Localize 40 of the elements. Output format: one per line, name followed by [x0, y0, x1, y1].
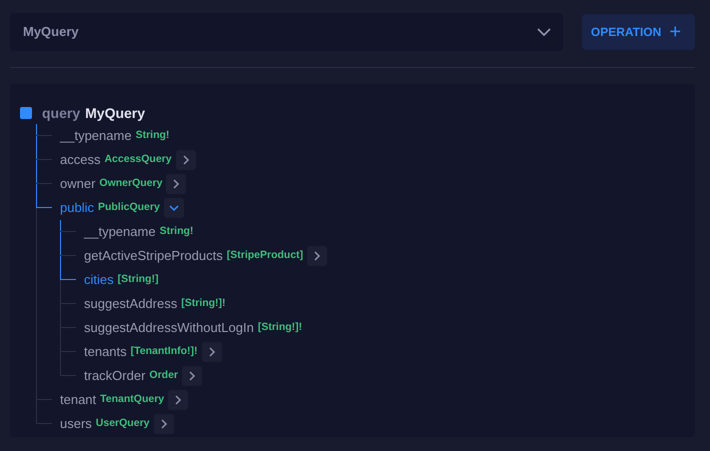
field-type: String! [160, 224, 194, 240]
field-type: Order [149, 368, 178, 384]
field-name[interactable]: cities [84, 270, 114, 290]
field-name[interactable]: trackOrder [84, 366, 146, 386]
query-name: MyQuery [85, 104, 146, 123]
field-name[interactable]: getActiveStripeProducts [84, 246, 223, 266]
field-type: AccessQuery [104, 152, 172, 168]
field-name[interactable]: access [60, 150, 100, 170]
field-name[interactable]: suggestAddress [84, 294, 178, 314]
field-name[interactable]: public [60, 198, 94, 218]
chevron-right-icon[interactable] [176, 150, 196, 170]
field-type: UserQuery [96, 416, 150, 432]
field-type: PublicQuery [98, 200, 160, 216]
field-name[interactable]: users [60, 414, 92, 434]
chevron-right-icon[interactable] [182, 366, 202, 386]
query-keyword: query [42, 104, 80, 123]
field-type: [String!]! [258, 320, 302, 336]
chevron-right-icon[interactable] [202, 342, 222, 362]
add-operation-button[interactable]: OPERATION + [582, 14, 695, 50]
field-type: [String!]! [181, 296, 226, 312]
field-type: TenantQuery [100, 392, 164, 408]
chevron-down-icon [536, 28, 551, 36]
field-type: [String!] [118, 272, 158, 288]
field-type: [StripeProduct] [226, 248, 304, 264]
field-name[interactable]: __typename [84, 222, 156, 242]
field-type: String! [136, 128, 170, 144]
chevron-right-icon[interactable] [307, 246, 328, 266]
chevron-down-icon[interactable] [164, 198, 184, 218]
field-type: [TenantInfo!]! [130, 344, 198, 360]
operation-name: MyQuery [23, 23, 79, 42]
field-name[interactable]: suggestAddressWithoutLogIn [84, 318, 254, 338]
field-type: OwnerQuery [99, 176, 162, 192]
field-name[interactable]: owner [60, 174, 96, 194]
chevron-right-icon[interactable] [154, 414, 174, 434]
chevron-right-icon[interactable] [166, 174, 186, 194]
field-name[interactable]: tenants [84, 342, 127, 362]
operation-select[interactable]: MyQuery [10, 13, 563, 51]
field-name[interactable]: tenant [60, 390, 96, 410]
chevron-right-icon[interactable] [168, 390, 188, 410]
field-name[interactable]: __typename [60, 126, 132, 146]
